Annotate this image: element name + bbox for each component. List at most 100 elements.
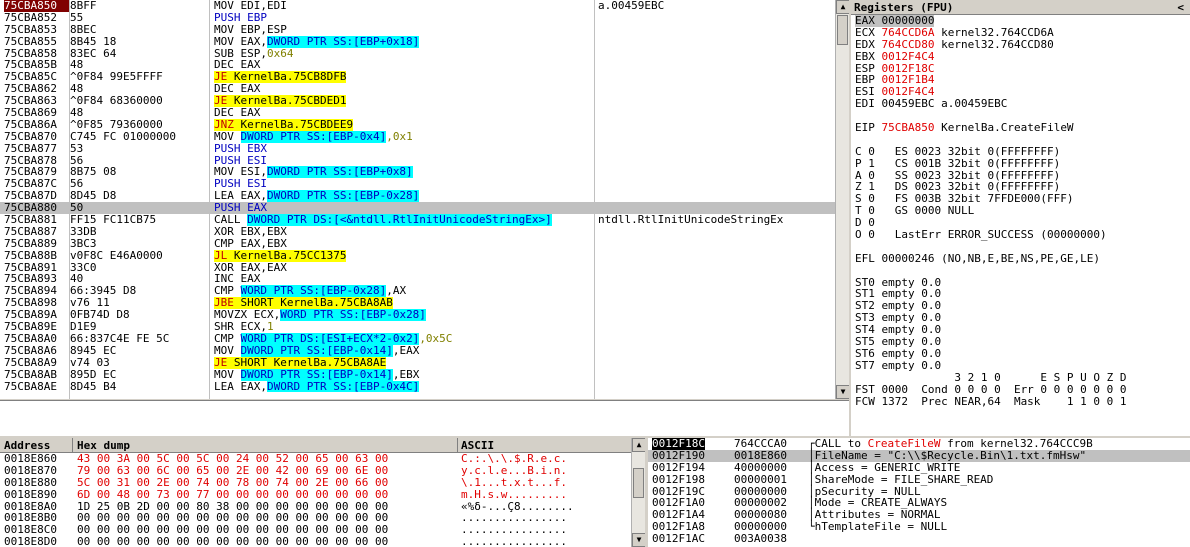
disassembly-row[interactable]: 75CBA8A0 66:837C4E FE 5C CMP WORD PTR DS:[… <box>0 332 849 345</box>
registers-header[interactable]: Registers (FPU) < <box>851 0 1190 15</box>
instruction-address[interactable]: 75CBA852 <box>4 12 69 24</box>
scroll-thumb[interactable] <box>633 468 644 498</box>
instruction-address[interactable]: 75CBA853 <box>4 24 69 36</box>
disassembly-scrollbar[interactable]: ▲ ▼ <box>835 0 849 399</box>
disassembly-row[interactable]: 75CBA8AE 8D45 B4 LEA EAX,DWORD PTR SS:[EBP… <box>0 380 849 393</box>
instruction-address[interactable]: 75CBA8AE <box>4 381 69 393</box>
ascii-column-header[interactable]: ASCII <box>461 438 494 453</box>
register-line[interactable]: T 0 GS 0000 NULL <box>851 205 1190 217</box>
disassembly-row[interactable]: 75CBA870 C745 FC 01000000 MOV DWORD PTR SS… <box>0 130 849 143</box>
instruction-address[interactable]: 75CBA870 <box>4 131 69 143</box>
register-line[interactable]: ST7 empty 0.0 <box>851 359 1190 372</box>
instruction-address[interactable]: 75CBA86A <box>4 119 69 131</box>
disassembly-row[interactable]: 75CBA891 33C0 XOR EAX,EAX <box>0 262 849 274</box>
disassembly-row[interactable]: 75CBA87D 8D45 D8 LEA EAX,DWORD PTR SS:[EBP… <box>0 190 849 203</box>
disassembly-row[interactable]: 75CBA8AB 895D EC MOV DWORD PTR SS:[EBP-0x1… <box>0 368 849 381</box>
register-line[interactable]: EDI 00459EBC a.00459EBC <box>851 98 1190 110</box>
register-line[interactable]: 3 2 1 0 E S P U O Z D <box>851 371 1190 384</box>
scroll-down-icon[interactable]: ▼ <box>836 385 849 399</box>
instruction-address[interactable]: 75CBA88B <box>4 250 69 262</box>
instruction-address[interactable]: 75CBA869 <box>4 107 69 119</box>
instruction-address[interactable]: 75CBA85C <box>4 71 69 83</box>
dump-address[interactable]: 0018E8D0 <box>4 536 57 547</box>
register-line[interactable]: FST 0000 Cond 0 0 0 0 Err 0 0 0 0 0 0 0 <box>851 383 1190 396</box>
instruction-address[interactable]: 75CBA889 <box>4 238 69 250</box>
disassembly-row[interactable]: 75CBA894 66:3945 D8 CMP WORD PTR SS:[EBP-0… <box>0 285 849 298</box>
instruction-address[interactable]: 75CBA87D <box>4 190 69 202</box>
stack-row[interactable]: 0012F198 00000001 │ShareMode = FILE_SHARE_… <box>648 473 1190 486</box>
stack-address[interactable]: 0012F194 <box>652 461 705 474</box>
dump-scrollbar[interactable]: ▲ ▼ <box>631 438 645 547</box>
instruction-address[interactable]: 75CBA85B <box>4 59 69 71</box>
instruction-address[interactable]: 75CBA855 <box>4 36 69 48</box>
scroll-up-icon[interactable]: ▲ <box>836 0 849 14</box>
disassembly-row[interactable]: 75CBA893 40 INC EAX <box>0 273 849 285</box>
register-line[interactable] <box>851 265 1190 277</box>
instruction-address[interactable]: 75CBA89E <box>4 321 69 333</box>
disassembly-row[interactable]: 75CBA877 53 PUSH EBX <box>0 143 849 155</box>
disassembly-row[interactable]: 75CBA858 83EC 64 SUB ESP,0x64 <box>0 48 849 60</box>
instruction-address[interactable]: 75CBA880 <box>4 202 69 214</box>
hex-column-header[interactable]: Hex dump <box>77 438 130 453</box>
instruction-address[interactable]: 75CBA87C <box>4 178 69 190</box>
instruction-address[interactable]: 75CBA8A0 <box>4 333 69 345</box>
dump-row[interactable]: 0018E8D0 00 00 00 00 00 00 00 00 00 00 00… <box>0 536 645 547</box>
stack-address[interactable]: 0012F190 <box>652 449 705 462</box>
dump-row[interactable]: 0018E880 5C 00 31 00 2E 00 74 00 78 00 74… <box>0 476 645 489</box>
instruction-address[interactable]: 75CBA89A <box>4 309 69 321</box>
stack-row[interactable]: 0012F1AC 003A0038 <box>648 533 1190 545</box>
scroll-down-icon[interactable]: ▼ <box>632 533 645 547</box>
instruction-address[interactable]: 75CBA862 <box>4 83 69 95</box>
dump-row[interactable]: 0018E890 6D 00 48 00 73 00 77 00 00 00 00… <box>0 488 645 501</box>
register-line[interactable]: C 0 ES 0023 32bit 0(FFFFFFFF) <box>851 145 1190 158</box>
hex-dump-pane[interactable]: Address Hex dump ASCII 0018E860 43 00 3A … <box>0 438 645 547</box>
disassembly-row[interactable]: 75CBA889 3BC3 CMP EAX,EBX <box>0 238 849 250</box>
disassembly-row[interactable]: 75CBA881 FF15 FC11CB75 CALL DWORD PTR DS:[… <box>0 214 849 226</box>
stack-address[interactable]: 0012F198 <box>652 473 705 486</box>
disassembly-row[interactable]: 75CBA863 ^0F84 68360000 JE KernelBa.75CBDE… <box>0 95 849 108</box>
disassembly-row[interactable]: 75CBA879 8B75 08 MOV ESI,DWORD PTR SS:[EBP… <box>0 166 849 179</box>
dump-address[interactable]: 0018E870 <box>4 464 57 477</box>
instruction-address[interactable]: 75CBA858 <box>4 48 69 60</box>
stack-row[interactable]: 0012F1A8 00000000 └hTemplateFile = NULL <box>648 521 1190 533</box>
disassembly-row[interactable]: 75CBA85C ^0F84 99E5FFFF JE KernelBa.75CB8D… <box>0 71 849 84</box>
stack-row[interactable]: 0012F194 40000000 │Access = GENERIC_WRITE <box>648 461 1190 474</box>
register-line[interactable]: EFL 00000246 (NO,NB,E,BE,NS,PE,GE,LE) <box>851 252 1190 265</box>
instruction-address[interactable]: 75CBA850 <box>4 0 69 12</box>
disassembly-row[interactable]: 75CBA8A9 v74 03 JE SHORT KernelBa.75CBA8AE <box>0 356 849 369</box>
dump-address[interactable]: 0018E880 <box>4 476 57 489</box>
register-value[interactable]: 75CBA850 <box>882 121 935 134</box>
instruction-address[interactable]: 75CBA879 <box>4 166 69 178</box>
disassembly-row[interactable]: 75CBA853 8BEC MOV EBP,ESP <box>0 24 849 36</box>
instruction-address[interactable]: 75CBA887 <box>4 226 69 238</box>
disassembly-row[interactable]: 75CBA898 v76 11 JBE SHORT KernelBa.75CBA8A… <box>0 297 849 310</box>
disassembly-pane[interactable]: 75CBA850 8BFF MOV EDI,EDI a.00459EBC 75CBA85… <box>0 0 849 399</box>
stack-address[interactable]: 0012F1AC <box>652 533 705 545</box>
collapse-icon[interactable]: < <box>1177 0 1184 15</box>
register-line[interactable] <box>851 134 1190 146</box>
disassembly-row[interactable]: 75CBA855 8B45 18 MOV EAX,DWORD PTR SS:[EBP… <box>0 35 849 48</box>
registers-pane[interactable]: Registers (FPU) < EAX 00000000 ECX 764CCD… <box>851 0 1190 436</box>
dump-row[interactable]: 0018E870 79 00 63 00 6C 00 65 00 2E 00 42… <box>0 464 645 477</box>
instruction-address[interactable]: 75CBA893 <box>4 273 69 285</box>
disassembly-row[interactable]: 75CBA85B 48 DEC EAX <box>0 59 849 71</box>
scroll-up-icon[interactable]: ▲ <box>632 438 645 452</box>
disassembly-row[interactable]: 75CBA880 50 PUSH EAX <box>0 202 849 215</box>
instruction-address[interactable]: 75CBA877 <box>4 143 69 155</box>
register-line[interactable]: EIP 75CBA850 KernelBa.CreateFileW <box>851 122 1190 134</box>
disassembly-row[interactable]: 75CBA89A 0FB74D D8 MOVZX ECX,WORD PTR SS:[… <box>0 309 849 322</box>
stack-row[interactable]: 0012F190 0018E860 │FileName = "C:\\$Recycl… <box>648 449 1190 462</box>
register-line[interactable]: FCW 1372 Prec NEAR,64 Mask 1 1 0 0 1 <box>851 395 1190 408</box>
disassembly-row[interactable]: 75CBA852 55 PUSH EBP <box>0 12 849 24</box>
disassembly-row[interactable]: 75CBA850 8BFF MOV EDI,EDI a.00459EBC <box>0 0 849 12</box>
disassembly-row[interactable]: 75CBA878 56 PUSH ESI <box>0 155 849 167</box>
instruction-address[interactable]: 75CBA878 <box>4 155 69 167</box>
instruction-address[interactable]: 75CBA891 <box>4 262 69 274</box>
disassembly-row[interactable]: 75CBA88B v0F8C E46A0000 JL KernelBa.75CC13… <box>0 249 849 262</box>
instruction-address[interactable]: 75CBA8AB <box>4 369 69 381</box>
address-column-header[interactable]: Address <box>4 438 50 453</box>
instruction-address[interactable]: 75CBA898 <box>4 297 69 309</box>
disassembly-row[interactable]: 75CBA86A ^0F85 79360000 JNZ KernelBa.75CBD… <box>0 118 849 131</box>
disassembly-row[interactable]: 75CBA8A6 8945 EC MOV DWORD PTR SS:[EBP-0x1… <box>0 344 849 357</box>
dump-address[interactable]: 0018E890 <box>4 488 57 501</box>
